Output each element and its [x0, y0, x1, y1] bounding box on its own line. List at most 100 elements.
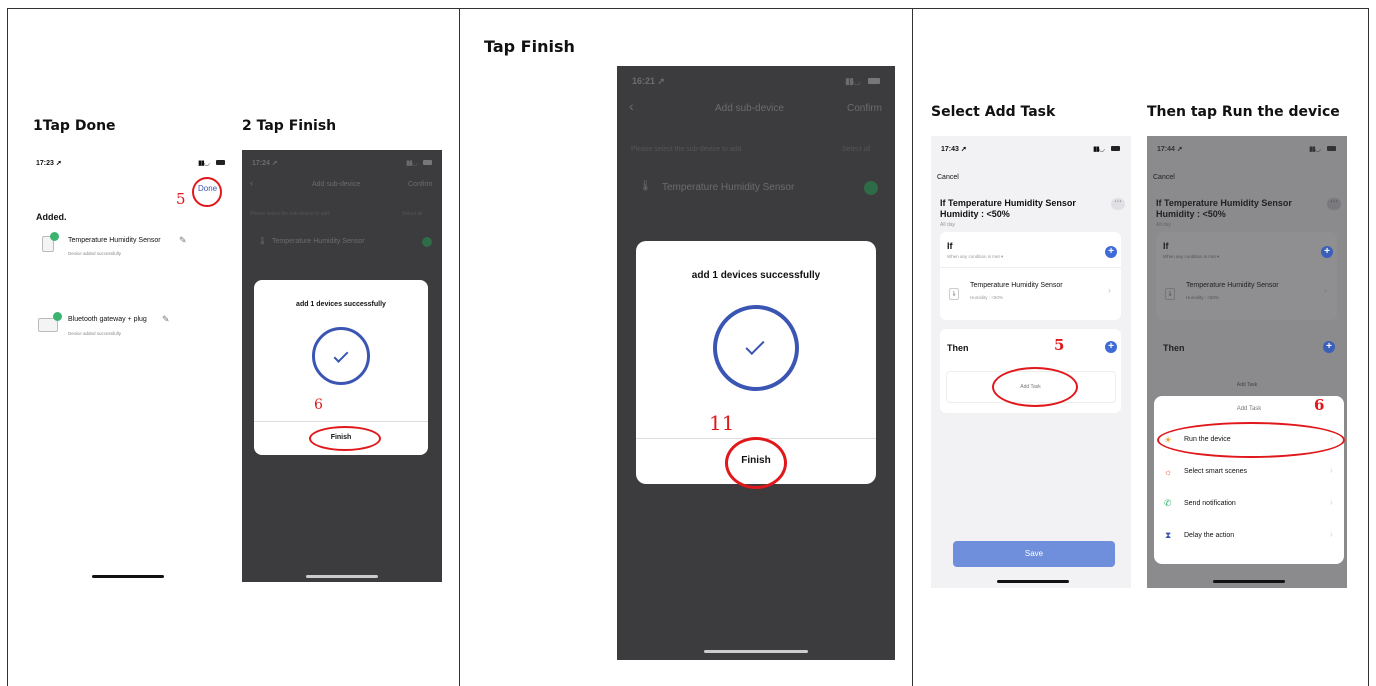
add-task-icon[interactable]: +: [1323, 341, 1335, 353]
signal-icon: ▮▮◡: [845, 76, 861, 86]
device-status: Device added successfully: [68, 331, 122, 336]
thermometer-icon: 🌡: [949, 288, 959, 300]
battery-icon: [1327, 146, 1336, 151]
add-condition-icon[interactable]: +: [1321, 246, 1333, 258]
add-task-icon[interactable]: +: [1105, 341, 1117, 353]
back-icon[interactable]: ‹: [250, 178, 253, 188]
option-delay-action[interactable]: ⧗ Delay the action ›: [1154, 520, 1344, 552]
scene-title: Humidity : <50%: [1156, 209, 1226, 219]
signal-icon: ▮▮◡: [1309, 146, 1321, 153]
option-smart-scenes[interactable]: ☼ Select smart scenes ›: [1154, 456, 1344, 488]
select-all-button[interactable]: Select all: [842, 146, 870, 153]
highlight-circle: [1157, 422, 1345, 458]
modal-title: add 1 devices successfully: [296, 301, 386, 308]
step-title: Tap Finish: [484, 37, 575, 56]
column-divider: [912, 8, 913, 686]
add-task-button[interactable]: Add Task: [1147, 382, 1347, 388]
highlight-circle: [192, 177, 222, 207]
step-title: Select Add Task: [931, 104, 1056, 120]
checkmark-icon: [53, 312, 62, 321]
more-icon[interactable]: ···: [1327, 198, 1341, 210]
status-time: 16:21 ➚: [632, 76, 666, 86]
select-all-button[interactable]: Select all: [402, 211, 422, 217]
hint-text: Please select the sub-device to add.: [250, 211, 331, 217]
divider: [254, 421, 428, 422]
if-label: If: [1163, 241, 1169, 251]
home-indicator: [306, 575, 378, 578]
chevron-right-icon: ›: [1324, 286, 1327, 295]
signal-icon: ▮▮◡: [1093, 146, 1105, 153]
step-title: Then tap Run the device: [1147, 104, 1340, 120]
chevron-right-icon: ›: [1330, 498, 1333, 507]
thermometer-icon: 🌡: [1165, 288, 1175, 300]
phone-screenshot-finish: 17:24 ➚ ▮▮◡ ‹ Add sub-device Confirm Ple…: [242, 150, 442, 582]
thermometer-icon: 🌡: [258, 238, 267, 245]
if-label: If: [947, 241, 953, 251]
success-modal: add 1 devices successfully 6 Finish: [254, 280, 428, 455]
schedule-text: All day: [940, 222, 956, 228]
condition-mode[interactable]: When any condition is met ▾: [1163, 254, 1219, 260]
condition-value: Humidity : <50%: [970, 295, 1003, 300]
status-time: 17:43 ➚: [941, 146, 967, 153]
option-label: Delay the action: [1184, 532, 1235, 539]
highlight-circle: [992, 367, 1078, 407]
message-icon: ✆: [1164, 498, 1172, 508]
device-name: Temperature Humidity Sensor: [272, 238, 365, 245]
device-name: Temperature Humidity Sensor: [68, 237, 161, 244]
back-icon[interactable]: ‹: [629, 98, 634, 114]
divider: [940, 267, 1121, 268]
signal-icon: ▮▮◡: [406, 160, 418, 167]
then-card: Then 5 + Add Task: [940, 329, 1121, 413]
condition-mode[interactable]: When any condition is met ▾: [947, 254, 1003, 260]
checkmark-icon: [864, 181, 878, 195]
if-card: If When any condition is met ▾ + 🌡 Tempe…: [940, 232, 1121, 320]
cancel-button[interactable]: Cancel: [937, 174, 959, 181]
nav-title: Add sub-device: [312, 181, 361, 188]
confirm-button[interactable]: Confirm: [408, 181, 433, 188]
add-condition-icon[interactable]: +: [1105, 246, 1117, 258]
status-time: 17:24 ➚: [252, 160, 278, 167]
highlight-circle: [725, 437, 787, 489]
home-indicator: [92, 575, 164, 578]
step-number: 5: [176, 190, 186, 208]
section-title: Added.: [36, 212, 67, 222]
step-number: 5: [1054, 336, 1065, 354]
condition-name[interactable]: Temperature Humidity Sensor: [970, 282, 1063, 289]
device-name: Temperature Humidity Sensor: [662, 182, 795, 193]
checkmark-icon: [50, 232, 59, 241]
step-number: 6: [1314, 396, 1325, 414]
hourglass-icon: ⧗: [1165, 530, 1172, 540]
phone-screenshot-added: 17:23 ➚ ▮▮◡ Done 5 Added. Temperature Hu…: [26, 150, 236, 582]
option-send-notification[interactable]: ✆ Send notification ›: [1154, 488, 1344, 520]
edit-icon[interactable]: ✎: [179, 235, 187, 246]
if-card: If When any condition is met ▾ + 🌡 Tempe…: [1156, 232, 1337, 320]
device-name: Bluetooth gateway + plug: [68, 316, 147, 323]
action-sheet: Add Task 6 ☀ Run the device › ☼ Select s…: [1154, 396, 1345, 564]
cancel-button[interactable]: Cancel: [1153, 174, 1175, 181]
battery-icon: [216, 160, 225, 165]
battery-icon: [1111, 146, 1120, 151]
condition-name[interactable]: Temperature Humidity Sensor: [1186, 282, 1279, 289]
home-indicator: [1213, 580, 1285, 583]
scene-title: Humidity : <50%: [940, 209, 1010, 219]
home-indicator: [997, 580, 1069, 583]
chevron-right-icon: ›: [1330, 530, 1333, 539]
thermometer-icon: 🌡: [639, 181, 652, 192]
step-title: 2 Tap Finish: [242, 118, 337, 134]
step-number: 6: [314, 397, 323, 413]
status-time: 17:23 ➚: [36, 160, 62, 167]
checkmark-icon: [422, 237, 432, 247]
edit-icon[interactable]: ✎: [162, 314, 170, 325]
scene-title: If Temperature Humidity Sensor: [940, 198, 1076, 208]
success-modal: add 1 devices successfully 11 Finish: [636, 241, 876, 489]
then-label: Then: [947, 343, 969, 353]
home-indicator: [704, 650, 808, 653]
step-number: 11: [709, 411, 735, 435]
save-button[interactable]: Save: [953, 541, 1115, 567]
status-time: 17:44 ➚: [1157, 146, 1183, 153]
more-icon[interactable]: ···: [1111, 198, 1125, 210]
battery-icon: [868, 78, 880, 84]
nav-title: Add sub-device: [715, 103, 784, 114]
condition-value: Humidity : <50%: [1186, 295, 1219, 300]
confirm-button[interactable]: Confirm: [847, 103, 882, 114]
